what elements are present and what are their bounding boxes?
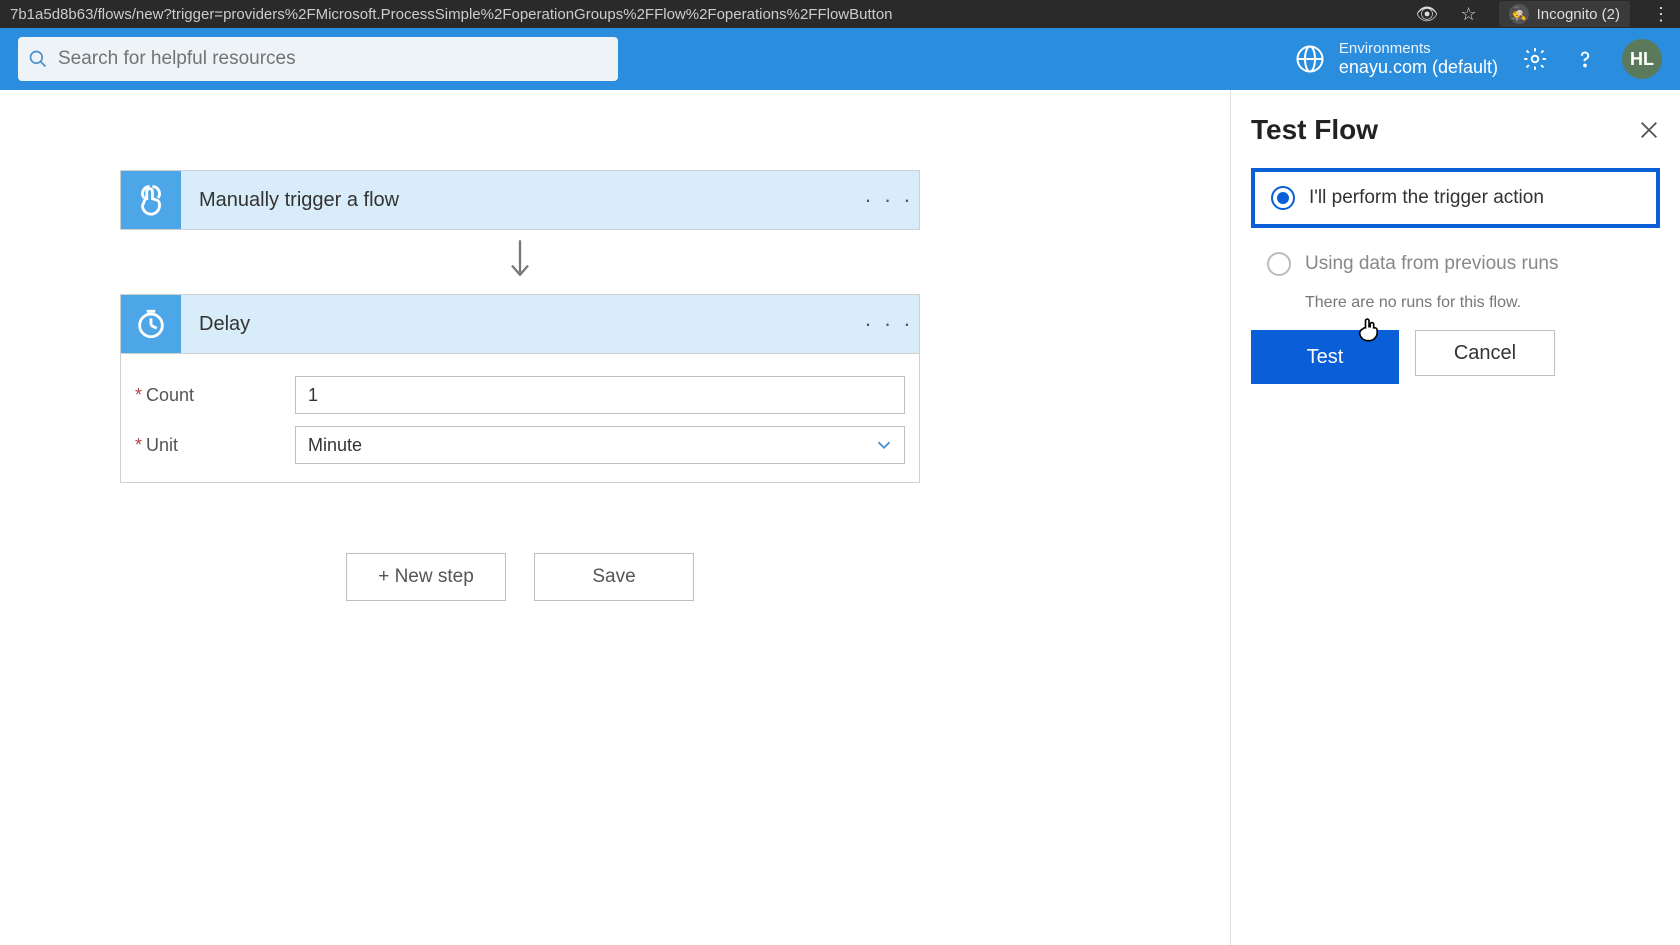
test-button[interactable]: Test <box>1255 334 1395 380</box>
delay-card: Delay · · · *Count *Unit <box>120 294 920 483</box>
trigger-title: Manually trigger a flow <box>181 171 859 229</box>
globe-icon <box>1295 44 1325 74</box>
trigger-card[interactable]: Manually trigger a flow · · · <box>120 170 920 230</box>
delay-icon <box>121 295 181 353</box>
main: Manually trigger a flow · · · Delay · · … <box>0 90 1680 945</box>
delay-header[interactable]: Delay · · · <box>120 294 920 354</box>
panel-title: Test Flow <box>1251 114 1378 146</box>
chevron-down-icon <box>873 434 895 456</box>
flow-column: Manually trigger a flow · · · Delay · · … <box>120 170 920 601</box>
unit-select[interactable] <box>295 426 905 464</box>
incognito-label: Incognito (2) <box>1537 6 1620 23</box>
environment-picker[interactable]: Environments enayu.com (default) <box>1295 40 1498 78</box>
delay-body: *Count *Unit <box>120 354 920 483</box>
avatar[interactable]: HL <box>1622 39 1662 79</box>
radio-label: Using data from previous runs <box>1305 253 1558 275</box>
radio-icon <box>1271 186 1295 210</box>
environment-label: Environments <box>1339 40 1498 57</box>
app-header: Environments enayu.com (default) HL <box>0 28 1680 90</box>
canvas-actions: + New step Save <box>120 553 920 601</box>
avatar-initials: HL <box>1630 49 1654 70</box>
connector-arrow <box>120 238 920 284</box>
save-button[interactable]: Save <box>534 553 694 601</box>
radio-icon <box>1267 252 1291 276</box>
unit-value[interactable] <box>295 426 905 464</box>
search-input[interactable] <box>18 37 618 81</box>
gear-icon[interactable] <box>1522 46 1548 72</box>
search-icon <box>28 49 48 69</box>
count-input[interactable] <box>295 376 905 414</box>
eye-off-icon[interactable]: 👁 <box>1416 4 1439 25</box>
star-icon[interactable]: ☆ <box>1460 4 1476 25</box>
flow-canvas: Manually trigger a flow · · · Delay · · … <box>0 90 1230 945</box>
environment-value: enayu.com (default) <box>1339 57 1498 78</box>
browser-url: 7b1a5d8b63/flows/new?trigger=providers%2… <box>10 6 893 23</box>
radio-previous-runs: Using data from previous runs <box>1251 238 1660 290</box>
trigger-icon <box>121 171 181 229</box>
trigger-menu[interactable]: · · · <box>859 171 919 229</box>
radio-label: I'll perform the trigger action <box>1309 187 1544 209</box>
touch-icon <box>134 183 168 217</box>
delay-menu[interactable]: · · · <box>859 295 919 353</box>
test-button-highlight: Test <box>1251 330 1399 384</box>
no-runs-note: There are no runs for this flow. <box>1305 294 1660 312</box>
panel-actions: Test Cancel <box>1251 330 1660 384</box>
panel-header: Test Flow <box>1251 114 1660 146</box>
search-wrap <box>18 37 618 81</box>
kebab-menu-icon[interactable]: ⋮ <box>1652 4 1670 25</box>
radio-perform-trigger[interactable]: I'll perform the trigger action <box>1251 168 1660 228</box>
close-icon[interactable] <box>1638 119 1660 141</box>
environment-text: Environments enayu.com (default) <box>1339 40 1498 78</box>
test-flow-panel: Test Flow I'll perform the trigger actio… <box>1230 90 1680 945</box>
incognito-icon: 🕵 <box>1509 4 1529 24</box>
clock-icon <box>134 307 168 341</box>
count-label: *Count <box>135 385 295 406</box>
header-right: Environments enayu.com (default) HL <box>1295 39 1662 79</box>
cancel-button[interactable]: Cancel <box>1415 330 1555 376</box>
count-row: *Count <box>135 376 905 414</box>
browser-omnibar: 7b1a5d8b63/flows/new?trigger=providers%2… <box>0 0 1680 28</box>
unit-label: *Unit <box>135 435 295 456</box>
delay-title: Delay <box>181 295 859 353</box>
browser-actions: 👁 ☆ 🕵 Incognito (2) ⋮ <box>1416 1 1670 27</box>
incognito-badge[interactable]: 🕵 Incognito (2) <box>1499 1 1630 27</box>
unit-row: *Unit <box>135 426 905 464</box>
help-icon[interactable] <box>1572 46 1598 72</box>
new-step-button[interactable]: + New step <box>346 553 506 601</box>
